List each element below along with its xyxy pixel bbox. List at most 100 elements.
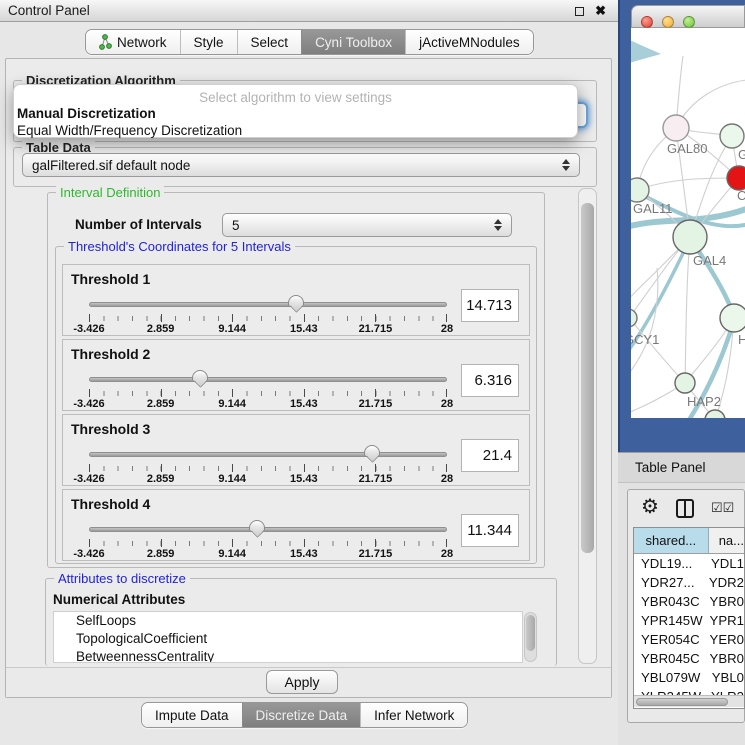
list-item[interactable]: TopologicalCoefficient	[54, 630, 522, 648]
tab-style[interactable]: Style	[180, 30, 237, 54]
network-icon	[99, 34, 112, 50]
network-node[interactable]	[720, 304, 745, 332]
option-manual-discretization[interactable]: Manual Discretization	[14, 105, 577, 122]
number-of-intervals-label: Number of Intervals	[75, 217, 202, 232]
close-traffic-light-icon[interactable]	[641, 16, 653, 28]
network-node-gal11[interactable]	[631, 178, 649, 202]
network-node-gal80[interactable]	[663, 115, 689, 141]
gear-icon[interactable]: ⚙	[641, 494, 659, 519]
number-of-intervals-combobox[interactable]: 5	[222, 213, 512, 237]
slider-ticks	[89, 391, 447, 396]
network-node-hap2[interactable]	[675, 373, 695, 393]
threshold-3-value-field[interactable]: 21.4	[461, 439, 519, 472]
panel-title: Control Panel	[8, 3, 90, 18]
bottom-tab-bar: Impute Data Discretize Data Infer Networ…	[141, 702, 468, 728]
threshold-3-label: Threshold 3	[71, 421, 150, 437]
threshold-1-slider[interactable]: -3.426 2.859 9.144 15.43 21.715 28	[89, 295, 447, 335]
slider-track[interactable]	[89, 527, 447, 532]
float-window-icon[interactable]	[575, 7, 584, 16]
list-item[interactable]: SelfLoops	[54, 612, 522, 630]
zoom-traffic-light-icon[interactable]	[683, 16, 695, 28]
app-root: Control Panel ✖ Network Style Select Cyn…	[0, 0, 745, 745]
column-header-name[interactable]: na...	[709, 528, 744, 554]
thresholds-group-title: Threshold's Coordinates for 5 Intervals	[64, 239, 295, 254]
slider-track[interactable]	[89, 452, 447, 457]
network-window-titlebar	[631, 5, 745, 28]
table-row[interactable]: YBR043CYBR0	[634, 592, 744, 611]
stepper-arrows-icon	[494, 219, 502, 231]
node-label: GAL80	[667, 141, 707, 156]
tab-select[interactable]: Select	[237, 30, 302, 54]
threshold-2-label: Threshold 2	[71, 346, 150, 362]
node-label: HAP2	[687, 394, 721, 409]
attributes-group-title: Attributes to discretize	[54, 571, 190, 586]
stepper-arrows-icon	[562, 159, 570, 171]
interval-definition-title: Interval Definition	[56, 185, 164, 200]
threshold-4-panel: Threshold 4 -3.426 2.859 9.144 15.43 21.…	[62, 489, 530, 561]
table-row[interactable]: YPR145WYPR1	[634, 611, 744, 630]
table-data-combobox[interactable]: galFiltered.sif default node	[22, 153, 580, 177]
slider-track[interactable]	[89, 302, 447, 307]
table-row[interactable]: YDR27...YDR2	[634, 573, 744, 592]
threshold-1-value-field[interactable]: 14.713	[461, 289, 519, 322]
threshold-4-value-field[interactable]: 11.344	[461, 514, 519, 547]
checkbox-icons[interactable]: ☑☑	[711, 500, 734, 516]
threshold-3-slider[interactable]: -3.426 2.859 9.144 15.43 21.715 28	[89, 445, 447, 485]
control-panel-titlebar: Control Panel ✖	[0, 0, 618, 22]
table-panel-title: Table Panel	[635, 460, 706, 475]
slider-ticks	[89, 541, 447, 546]
top-tab-bar: Network Style Select Cyni Toolbox jActiv…	[85, 29, 534, 55]
node-label: C	[737, 188, 745, 203]
numerical-attributes-list[interactable]: SelfLoops TopologicalCoefficient Between…	[53, 611, 523, 663]
table-row[interactable]: YBL079WYBL0	[634, 668, 744, 687]
threshold-2-value-field[interactable]: 6.316	[461, 364, 519, 397]
close-icon[interactable]: ✖	[595, 3, 606, 19]
minimize-traffic-light-icon[interactable]	[662, 16, 674, 28]
table-horizontal-scrollbar[interactable]	[634, 695, 744, 707]
network-node[interactable]	[720, 124, 744, 148]
slider-ticks	[89, 466, 447, 471]
table-row[interactable]: YER054CYER0	[634, 630, 744, 649]
threshold-1-panel: Threshold 1 -3.426 2.859 9.144 15.43 21.…	[62, 264, 530, 336]
list-item[interactable]: BetweennessCentrality	[54, 648, 522, 663]
option-equal-width-frequency[interactable]: Equal Width/Frequency Discretization	[14, 122, 577, 139]
slider-ticks	[89, 316, 447, 321]
network-edge	[631, 38, 661, 64]
attributes-list-scrollbar[interactable]	[524, 612, 537, 662]
tab-cyni-toolbox[interactable]: Cyni Toolbox	[301, 30, 405, 54]
table-header-row: shared... na...	[634, 528, 744, 554]
node-label: GAL11	[633, 201, 673, 216]
tab-infer-network[interactable]: Infer Network	[360, 703, 467, 727]
threshold-4-label: Threshold 4	[71, 496, 150, 512]
tab-impute-data[interactable]: Impute Data	[142, 703, 242, 727]
network-node-red[interactable]	[727, 166, 745, 190]
table-row[interactable]: YDL19...YDL1	[634, 554, 744, 573]
slider-track[interactable]	[89, 377, 447, 382]
slider-thumb[interactable]	[364, 445, 380, 457]
network-node-gcy1[interactable]	[631, 309, 637, 327]
network-node-gal4[interactable]	[673, 220, 707, 254]
tab-discretize-data[interactable]: Discretize Data	[242, 703, 361, 727]
columns-icon[interactable]	[676, 499, 694, 518]
algorithm-dropdown-popup: Select algorithm to view settings Manual…	[13, 84, 578, 138]
node-label: GA	[738, 147, 745, 162]
table-row[interactable]: YBR045CYBR0	[634, 649, 744, 668]
node-label: GAL4	[693, 253, 726, 268]
tab-jactivemnodules[interactable]: jActiveMNodules	[405, 30, 533, 54]
main-panel-scrollbar[interactable]	[578, 188, 597, 664]
table-panel-header: Table Panel	[618, 452, 745, 483]
slider-thumb[interactable]	[249, 520, 265, 532]
threshold-3-panel: Threshold 3 -3.426 2.859 9.144 15.43 21.…	[62, 414, 530, 486]
column-header-shared-name[interactable]: shared...	[634, 528, 709, 554]
threshold-2-slider[interactable]: -3.426 2.859 9.144 15.43 21.715 28	[89, 370, 447, 410]
slider-thumb[interactable]	[288, 295, 304, 307]
apply-button[interactable]: Apply	[266, 670, 338, 694]
network-canvas[interactable]: GAL80 GA C GAL11 GAL4 GCY1 H HAP2	[631, 28, 745, 418]
slider-thumb[interactable]	[192, 370, 208, 382]
threshold-2-panel: Threshold 2 -3.426 2.859 9.144 15.43 21.…	[62, 339, 530, 411]
threshold-4-slider[interactable]: -3.426 2.859 9.144 15.43 21.715 28	[89, 520, 447, 560]
tab-network[interactable]: Network	[86, 30, 180, 54]
numerical-attributes-label: Numerical Attributes	[53, 592, 185, 607]
node-table[interactable]: shared... na... YDL19...YDL1 YDR27...YDR…	[633, 527, 745, 709]
node-label: GCY1	[631, 332, 659, 347]
